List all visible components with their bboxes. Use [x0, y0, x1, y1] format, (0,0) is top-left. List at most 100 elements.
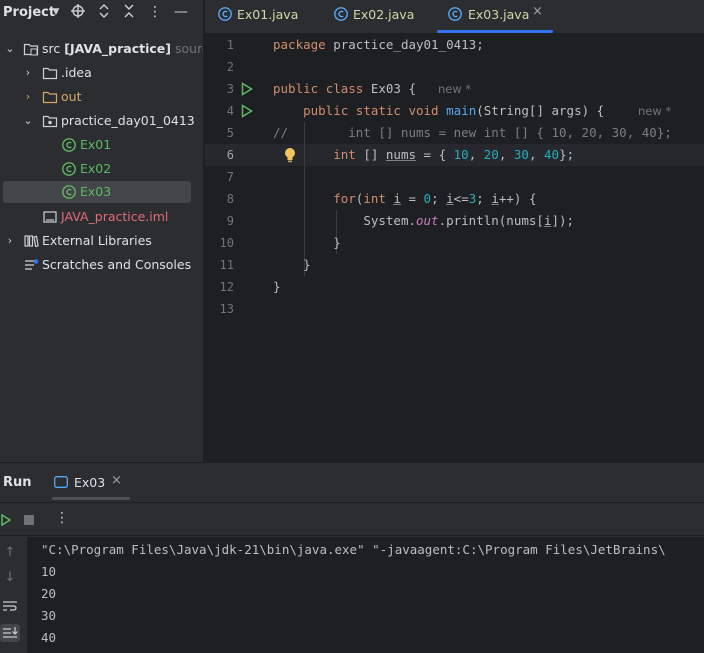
- java-class-icon: [62, 185, 76, 199]
- java-class-icon: [62, 138, 76, 152]
- expand-all-icon[interactable]: [96, 3, 112, 24]
- java-class-icon: [448, 7, 462, 21]
- run-panel-title[interactable]: Run: [3, 475, 32, 490]
- tree-item-package[interactable]: ⌄ practice_day01_0413: [0, 110, 203, 132]
- tab-ex01[interactable]: Ex01.java: [215, 0, 315, 34]
- tree-item-label: External Libraries: [42, 233, 152, 248]
- tree-item-label: Scratches and Consoles: [42, 257, 192, 272]
- tree-item-scratches[interactable]: Scratches and Consoles: [0, 254, 203, 276]
- minimize-icon[interactable]: —: [173, 3, 189, 21]
- run-toolbar: ⋮: [0, 502, 704, 536]
- usage-hint[interactable]: new *: [438, 78, 471, 100]
- chevron-down-icon[interactable]: ⌄: [4, 41, 16, 57]
- tree-item-label: .idea: [61, 65, 92, 80]
- code-line-6: int [] nums = { 10, 20, 30, 40};: [333, 147, 575, 162]
- package-icon: [42, 115, 58, 128]
- java-class-icon: [62, 162, 76, 176]
- more-options-icon[interactable]: ⋮: [147, 3, 163, 21]
- code-line-12: }: [273, 279, 281, 294]
- console-line: 20: [41, 586, 57, 601]
- stop-icon[interactable]: [23, 514, 35, 526]
- arrow-down-icon[interactable]: ↓: [2, 570, 18, 585]
- line-number: 5: [226, 126, 234, 140]
- console-line: 10: [41, 564, 57, 579]
- scratches-icon: [25, 259, 39, 270]
- source-folder-icon: [23, 43, 39, 56]
- chevron-right-icon[interactable]: ›: [22, 65, 34, 81]
- line-number: 2: [226, 60, 234, 74]
- code-line-11: }: [303, 257, 311, 272]
- tree-item-ex02[interactable]: Ex02: [0, 158, 203, 180]
- tab-label: Ex02.java: [353, 7, 415, 22]
- tree-item-idea[interactable]: › .idea: [0, 62, 203, 84]
- tree-item-label: JAVA_practice.iml: [61, 209, 169, 224]
- tree-item-label: Ex02: [80, 161, 112, 176]
- tree-item-label: src [JAVA_practice] sourc: [42, 41, 203, 56]
- run-tab-ex03[interactable]: Ex03 ×: [48, 463, 132, 501]
- usage-hint[interactable]: new *: [638, 100, 671, 122]
- locate-icon[interactable]: [70, 3, 86, 24]
- chevron-down-icon[interactable]: ⌄: [22, 113, 34, 129]
- tree-item-iml[interactable]: JAVA_practice.iml: [0, 206, 203, 228]
- tree-item-ex03[interactable]: Ex03: [0, 181, 203, 203]
- chevron-right-icon[interactable]: ›: [4, 233, 16, 249]
- line-number: 10: [219, 236, 234, 250]
- project-panel: Project ▼ ⋮ — ⌄ src [JAVA_practice] sour…: [0, 0, 204, 462]
- line-number: 3: [226, 82, 234, 96]
- close-icon[interactable]: ×: [532, 4, 543, 19]
- code-line-9: System.out.println(nums[i]);: [363, 213, 575, 228]
- rerun-icon[interactable]: [0, 513, 12, 527]
- line-number: 7: [226, 170, 234, 184]
- project-panel-header: Project ▼ ⋮ —: [0, 0, 203, 26]
- console-output[interactable]: "C:\Program Files\Java\jdk-21\bin\java.e…: [28, 537, 704, 653]
- code-line-10: }: [333, 235, 341, 250]
- java-class-icon: [334, 7, 348, 21]
- chevron-down-icon[interactable]: ▼: [48, 3, 64, 21]
- close-icon[interactable]: ×: [111, 473, 122, 488]
- code-line-5: // int [] nums = new int [] { 10, 20, 30…: [273, 125, 672, 140]
- code-area[interactable]: package practice_day01_0413; public clas…: [273, 34, 704, 462]
- line-number: 6: [226, 148, 234, 162]
- module-file-icon: [43, 211, 57, 223]
- tree-item-ex01[interactable]: Ex01: [0, 134, 203, 156]
- arrow-up-icon[interactable]: ↑: [2, 545, 18, 560]
- active-tab-indicator: [52, 497, 130, 500]
- line-number: 9: [226, 214, 234, 228]
- active-tab-indicator: [437, 30, 553, 33]
- soft-wrap-icon[interactable]: [2, 599, 18, 613]
- library-icon: [24, 235, 39, 248]
- tree-item-external-libraries[interactable]: › External Libraries: [0, 230, 203, 252]
- console-line: 30: [41, 608, 57, 623]
- code-line-4: public static void main(String[] args) {: [303, 103, 605, 118]
- console-line: "C:\Program Files\Java\jdk-21\bin\java.e…: [41, 542, 666, 557]
- console-line: 40: [41, 630, 57, 645]
- line-number: 12: [219, 280, 234, 294]
- editor-gutter: 1 2 3 4 5 6 7 8 9 10 11 12 13: [205, 34, 268, 462]
- tree-item-label: Ex03: [80, 184, 112, 199]
- collapse-all-icon[interactable]: [121, 3, 137, 24]
- tree-item-out[interactable]: › out: [0, 86, 203, 108]
- code-line-1: package practice_day01_0413;: [273, 37, 484, 52]
- run-triangle-icon[interactable]: [241, 104, 253, 118]
- line-number: 13: [219, 302, 234, 316]
- chevron-right-icon[interactable]: ›: [22, 89, 34, 105]
- console-side-toolbar: ↑ ↓: [0, 537, 28, 653]
- tree-item-label: out: [61, 89, 82, 104]
- run-tab-label: Ex03: [74, 475, 106, 490]
- console-icon: [54, 476, 68, 488]
- line-number: 11: [219, 258, 234, 272]
- tree-item-label: practice_day01_0413: [61, 113, 195, 128]
- tab-label: Ex03.java: [468, 7, 530, 22]
- run-triangle-icon[interactable]: [241, 82, 253, 96]
- line-number: 4: [226, 104, 234, 118]
- tab-ex02[interactable]: Ex02.java: [331, 0, 431, 34]
- tab-label: Ex01.java: [237, 7, 299, 22]
- tree-item-src[interactable]: ⌄ src [JAVA_practice] sourc: [0, 38, 203, 60]
- tab-ex03[interactable]: Ex03.java ×: [437, 0, 553, 34]
- code-line-8: for(int i = 0; i<=3; i++) {: [333, 191, 537, 206]
- code-editor[interactable]: 1 2 3 4 5 6 7 8 9 10 11 12 13 package pr…: [205, 34, 704, 462]
- more-options-icon[interactable]: ⋮: [55, 510, 69, 526]
- line-number: 8: [226, 192, 234, 206]
- java-class-icon: [218, 7, 232, 21]
- scroll-to-end-icon[interactable]: [0, 624, 20, 642]
